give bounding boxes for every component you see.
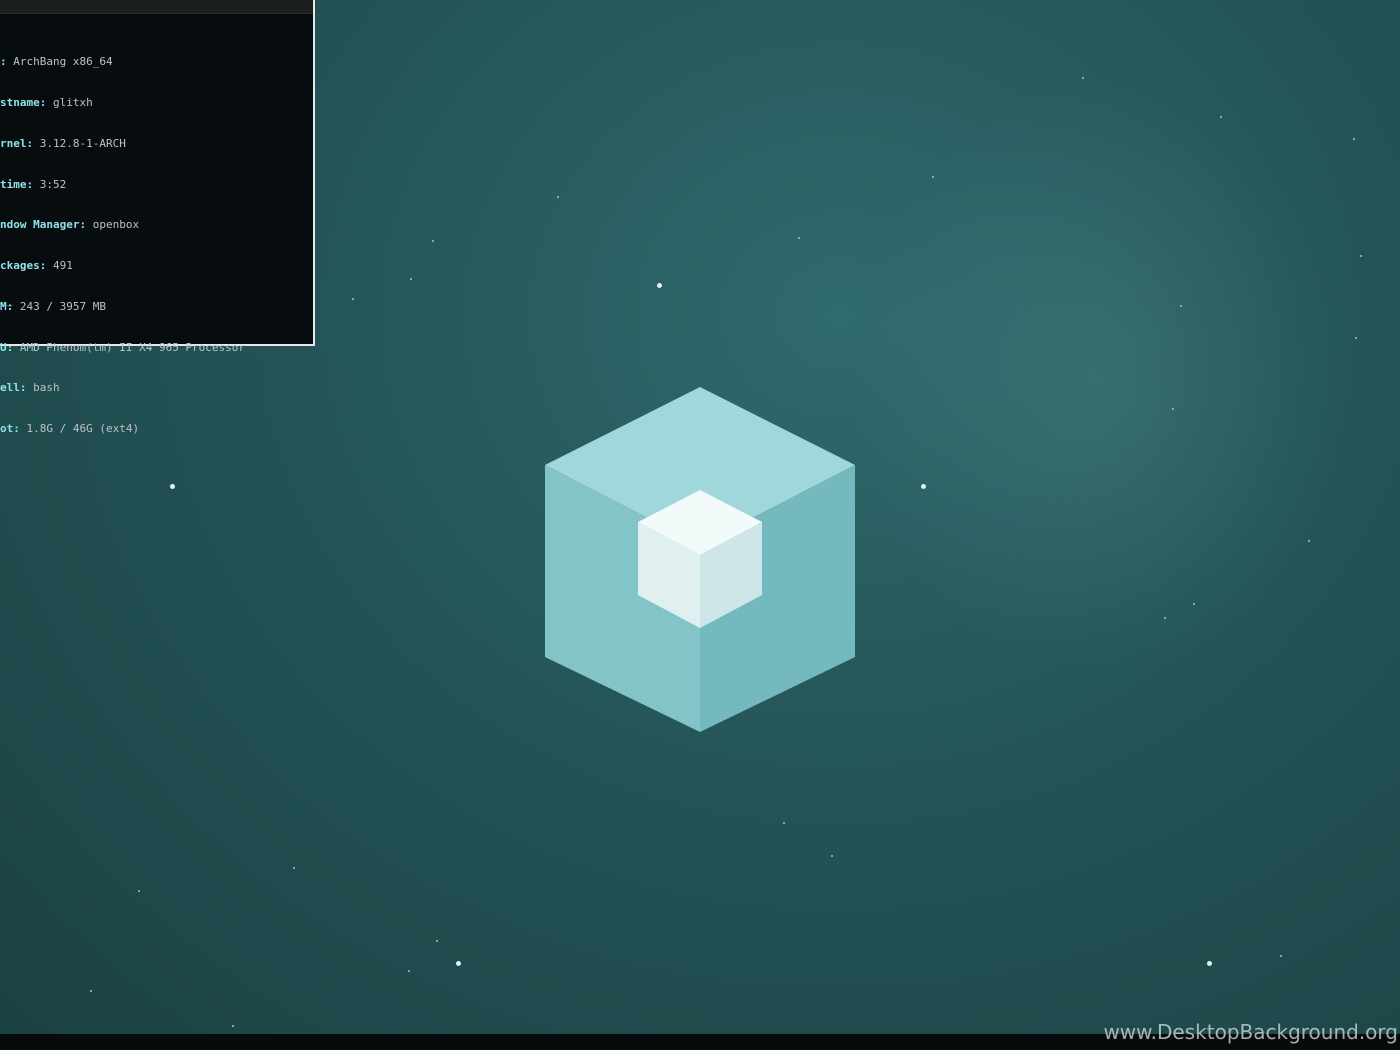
star — [557, 196, 559, 198]
wallpaper-glow — [850, 80, 1350, 680]
info-key: U: — [0, 340, 14, 354]
star — [783, 822, 785, 824]
terminal-titlebar[interactable] — [0, 0, 313, 14]
nested-cube-icon — [545, 387, 855, 732]
info-key: stname: — [0, 95, 47, 109]
star — [1082, 77, 1084, 79]
star — [657, 283, 662, 288]
star — [1193, 603, 1195, 605]
star — [352, 298, 354, 300]
star — [1172, 408, 1174, 410]
star — [432, 240, 434, 242]
info-line: ell: bash — [0, 381, 245, 395]
info-key: : — [0, 55, 7, 69]
info-value: ArchBang x86_64 — [6, 55, 113, 69]
terminal-cursor[interactable]: _ — [6, 293, 13, 306]
info-line: ot: 1.8G / 46G (ext4) — [0, 422, 245, 436]
info-value: glitxh — [46, 95, 93, 109]
star — [1308, 540, 1310, 542]
star — [1280, 955, 1282, 957]
watermark-text: www.DesktopBackground.org — [1103, 1020, 1398, 1044]
star — [408, 970, 410, 972]
info-value: 3:52 — [33, 177, 67, 191]
info-line: rnel: 3.12.8-1-ARCH — [0, 137, 245, 151]
star — [1164, 617, 1166, 619]
info-value: AMD Phenom(tm) II X4 965 Processor — [13, 340, 246, 354]
star — [798, 237, 800, 239]
star — [932, 176, 934, 178]
star — [90, 990, 92, 992]
info-key: time: — [0, 177, 34, 191]
info-line: M: 243 / 3957 MB — [0, 300, 245, 314]
info-line: stname: glitxh — [0, 96, 245, 110]
star — [436, 940, 438, 942]
info-line: : ArchBang x86_64 — [0, 55, 245, 69]
info-value: 3.12.8-1-ARCH — [33, 136, 126, 150]
info-value: 243 / 3957 MB — [13, 299, 106, 313]
star — [831, 855, 833, 857]
info-value: openbox — [86, 218, 140, 232]
info-value: 1.8G / 46G (ext4) — [19, 422, 140, 436]
info-key: ckages: — [0, 259, 47, 273]
info-line: ndow Manager: openbox — [0, 218, 245, 232]
star — [456, 961, 461, 966]
terminal-window[interactable]: : ArchBang x86_64 stname: glitxh rnel: 3… — [0, 0, 315, 435]
info-key: rnel: — [0, 136, 34, 150]
star — [1360, 255, 1362, 257]
star — [1220, 116, 1222, 118]
star — [1353, 138, 1355, 140]
star — [921, 484, 926, 489]
star — [410, 278, 412, 280]
star — [232, 1025, 234, 1027]
info-value: 491 — [46, 259, 73, 273]
star — [293, 867, 295, 869]
star — [1180, 305, 1182, 307]
info-key: ot: — [0, 422, 20, 436]
info-value: bash — [26, 381, 60, 395]
info-line: U: AMD Phenom(tm) II X4 965 Processor — [0, 341, 245, 355]
star — [1355, 337, 1357, 339]
star — [170, 484, 175, 489]
system-info-output: : ArchBang x86_64 stname: glitxh rnel: 3… — [0, 28, 245, 463]
info-line: time: 3:52 — [0, 178, 245, 192]
star — [1207, 961, 1212, 966]
star — [138, 890, 140, 892]
info-key: ndow Manager: — [0, 218, 87, 232]
info-line: ckages: 491 — [0, 259, 245, 273]
info-key: ell: — [0, 381, 27, 395]
